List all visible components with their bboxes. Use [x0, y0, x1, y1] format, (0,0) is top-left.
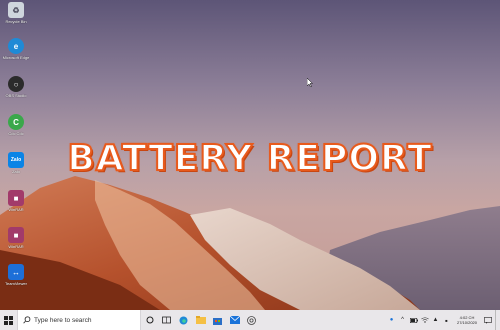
overlay-title: BATTERY REPORT: [66, 137, 433, 180]
desktop-icon-label: OBS Studio: [5, 93, 27, 98]
mail-icon: [229, 316, 240, 324]
speaker-icon: ▲: [432, 317, 439, 323]
battery-icon: [409, 317, 418, 323]
mouse-pointer-icon: [307, 78, 313, 87]
desktop-icon-coccoc[interactable]: C Cốc Cốc: [2, 114, 30, 136]
store-icon: [213, 317, 222, 325]
chrome-icon: [247, 315, 256, 325]
tray-volume-button[interactable]: ▲: [430, 310, 441, 330]
search-icon: [23, 316, 31, 324]
notification-icon: [483, 316, 492, 324]
clock-date: 27/10/2020: [456, 320, 478, 325]
tray-notifications-button[interactable]: [482, 310, 493, 330]
desktop: ♻ Recycle Bin e Microsoft Edge ○ OBS Stu…: [0, 0, 500, 310]
taskbar-clock[interactable]: 4:02 CH 27/10/2020: [452, 315, 482, 325]
taskbar: Type here to search ● ^ ▲ ■ 4:02 CH 27/1…: [0, 310, 500, 330]
edge-icon: [179, 316, 188, 324]
taskbar-store-button[interactable]: [209, 310, 226, 330]
taskbar-task-view-button[interactable]: [158, 310, 175, 330]
desktop-icon-label: TeamViewer: [5, 281, 27, 286]
language-icon: ■: [445, 317, 448, 323]
file-explorer-icon: [195, 316, 206, 324]
chevron-up-icon: ^: [401, 317, 404, 323]
wifi-icon: [420, 317, 429, 323]
tray-network-button[interactable]: [419, 310, 430, 330]
task-view-icon: [162, 316, 171, 324]
teamviewer-icon: ↔: [8, 264, 24, 280]
windows-icon: [4, 315, 13, 325]
taskbar-chrome-button[interactable]: [243, 310, 260, 330]
obs-icon: ○: [8, 76, 24, 92]
desktop-icon-label: Cốc Cốc: [8, 131, 24, 136]
tray-overflow-button[interactable]: ^: [397, 310, 408, 330]
winrar-icon: ■: [8, 227, 24, 243]
taskbar-mail-button[interactable]: [226, 310, 243, 330]
desktop-icon-winrar-1[interactable]: ■ WinRAR: [2, 190, 30, 212]
system-tray: ● ^ ▲ ■ 4:02 CH 27/10/2020: [386, 310, 500, 330]
microphone-icon: ●: [389, 317, 394, 323]
desktop-icon-recycle-bin[interactable]: ♻ Recycle Bin: [2, 2, 30, 24]
cortana-icon: [146, 316, 153, 324]
desktop-icon-label: WinRAR: [8, 207, 24, 212]
search-placeholder: Type here to search: [34, 316, 92, 324]
tray-battery-button[interactable]: [408, 310, 419, 330]
show-desktop-button[interactable]: [495, 310, 500, 330]
winrar-icon: ■: [8, 190, 24, 206]
taskbar-search-box[interactable]: Type here to search: [17, 310, 141, 330]
desktop-icon-edge[interactable]: e Microsoft Edge: [2, 38, 30, 60]
desktop-icon-teamviewer[interactable]: ↔ TeamViewer: [2, 264, 30, 286]
desktop-icon-winrar-2[interactable]: ■ WinRAR: [2, 227, 30, 249]
coccoc-icon: C: [8, 114, 24, 130]
desktop-icon-obs[interactable]: ○ OBS Studio: [2, 76, 30, 98]
desktop-icon-label: Microsoft Edge: [2, 55, 30, 60]
edge-icon: e: [8, 38, 24, 54]
taskbar-edge-button[interactable]: [175, 310, 192, 330]
desktop-icon-label: Recycle Bin: [5, 19, 27, 24]
taskbar-cortana-button[interactable]: [141, 310, 158, 330]
taskbar-file-explorer-button[interactable]: [192, 310, 209, 330]
recycle-bin-icon: ♻: [8, 2, 24, 18]
desktop-icon-label: WinRAR: [8, 244, 24, 249]
tray-mic-button[interactable]: ●: [386, 310, 397, 330]
tray-language-button[interactable]: ■: [441, 310, 452, 330]
start-button[interactable]: [0, 310, 17, 330]
